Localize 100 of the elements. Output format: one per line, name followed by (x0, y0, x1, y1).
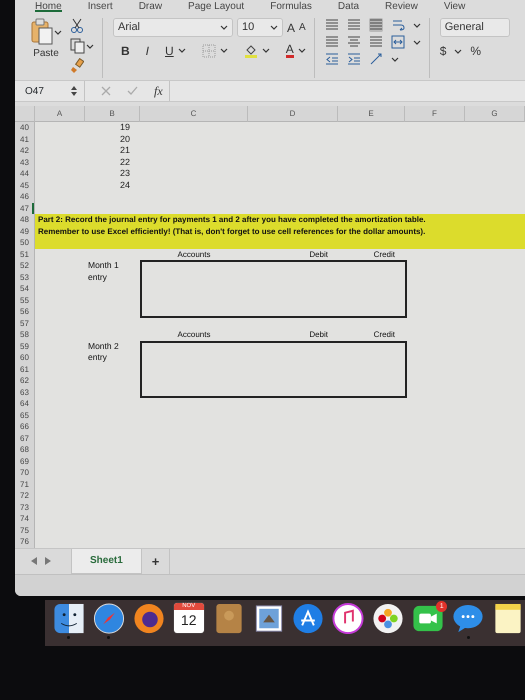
checkmark-icon[interactable] (127, 86, 138, 96)
row-number[interactable]: 60 (15, 352, 35, 364)
ribbon-tab[interactable]: View (444, 4, 466, 12)
scissors-icon[interactable] (70, 18, 84, 34)
column-header[interactable]: G (465, 106, 525, 122)
font-color-button[interactable]: A (286, 43, 294, 58)
bold-button[interactable]: B (121, 44, 130, 56)
app-store-icon[interactable] (292, 602, 324, 634)
align-center-icon[interactable] (346, 35, 361, 49)
row-number[interactable]: 50 (15, 237, 35, 248)
caret-icon[interactable] (454, 48, 462, 54)
merge-center-icon[interactable] (390, 35, 405, 49)
next-sheet-icon[interactable] (45, 557, 51, 565)
row-number[interactable]: 59 (15, 340, 35, 352)
orientation-icon[interactable] (368, 52, 383, 66)
column-header[interactable]: B (85, 106, 140, 122)
caret-icon[interactable] (390, 56, 399, 62)
fill-color-icon[interactable] (244, 44, 258, 58)
ribbon-tab[interactable]: Formulas (270, 4, 312, 12)
column-header[interactable]: C (140, 106, 248, 122)
row-number[interactable]: 48 (15, 214, 35, 226)
row-number[interactable]: 61 (15, 364, 35, 375)
caret-icon[interactable] (298, 47, 306, 54)
row-number[interactable]: 44 (15, 168, 35, 180)
row-number[interactable]: 63 (15, 386, 35, 398)
caret-icon[interactable] (262, 47, 270, 54)
stepper-icon[interactable] (70, 85, 78, 97)
copy-icon[interactable] (70, 38, 86, 54)
row-number[interactable]: 56 (15, 306, 35, 318)
row-number[interactable]: 70 (15, 467, 35, 478)
align-bottom-icon[interactable] (368, 18, 383, 32)
entry-box[interactable] (140, 340, 407, 398)
row-number[interactable]: 42 (15, 145, 35, 156)
align-left-icon[interactable] (324, 35, 339, 49)
align-top-icon[interactable] (324, 18, 339, 32)
number-format-dropdown[interactable]: General (440, 18, 510, 37)
caret-icon[interactable] (220, 47, 228, 54)
name-box[interactable]: O47 (15, 81, 85, 101)
sheet-tab[interactable]: Sheet1 (71, 548, 142, 574)
row-number[interactable]: 67 (15, 432, 35, 444)
wrap-text-icon[interactable] (390, 18, 405, 32)
music-note-icon[interactable] (332, 602, 364, 634)
decrease-indent-icon[interactable] (324, 52, 339, 66)
previous-sheet-icon[interactable] (31, 557, 37, 565)
row-number[interactable]: 71 (15, 478, 35, 490)
ribbon-tab[interactable]: Draw (138, 4, 162, 12)
caret-icon[interactable] (54, 28, 62, 36)
fox-globe-icon[interactable] (132, 602, 165, 634)
column-header[interactable]: A (35, 106, 85, 122)
shrink-font-button[interactable]: A (299, 22, 306, 32)
ribbon-tab[interactable]: Insert (88, 4, 113, 12)
row-number[interactable]: 40 (15, 122, 35, 134)
row-number[interactable]: 51 (15, 248, 35, 260)
ribbon-tab[interactable]: Data (338, 4, 360, 12)
row-number[interactable]: 41 (15, 134, 35, 145)
font-name-dropdown[interactable]: Arial (113, 18, 233, 37)
caret-icon[interactable] (412, 38, 421, 46)
ribbon-tab[interactable]: Review (385, 4, 418, 12)
row-number[interactable]: 47 (15, 202, 35, 214)
row-number[interactable]: 55 (15, 294, 35, 306)
smiley-face-icon[interactable] (52, 602, 85, 634)
row-number[interactable]: 76 (15, 536, 35, 548)
column-header[interactable]: E (338, 106, 405, 122)
caret-icon[interactable] (178, 47, 186, 54)
row-number[interactable]: 57 (15, 318, 35, 329)
currency-button[interactable]: $ (440, 45, 446, 57)
row-number[interactable]: 54 (15, 283, 35, 294)
row-number[interactable]: 73 (15, 502, 35, 513)
row-number[interactable]: 46 (15, 191, 35, 202)
row-number[interactable]: 68 (15, 444, 35, 456)
increase-indent-icon[interactable] (346, 52, 361, 66)
row-number[interactable]: 64 (15, 398, 35, 410)
paste-label[interactable]: Paste (33, 46, 59, 61)
row-number[interactable]: 66 (15, 421, 35, 432)
grow-font-button[interactable]: A (287, 22, 296, 34)
row-number[interactable]: 72 (15, 490, 35, 502)
row-number[interactable]: 62 (15, 375, 35, 386)
column-header[interactable]: F (405, 106, 465, 122)
flower-icon[interactable] (372, 602, 404, 634)
font-size-dropdown[interactable]: 10 (237, 18, 283, 37)
compass-icon[interactable] (92, 602, 125, 634)
row-number[interactable]: 45 (15, 180, 35, 191)
paste-icon[interactable] (30, 18, 54, 46)
row-number[interactable]: 75 (15, 524, 35, 536)
paintbrush-icon[interactable] (70, 58, 84, 74)
caret-icon[interactable] (412, 22, 421, 28)
row-number[interactable]: 43 (15, 156, 35, 168)
row-number[interactable]: 65 (15, 410, 35, 421)
ribbon-tab[interactable]: Page Layout (188, 4, 244, 12)
row-number[interactable]: 49 (15, 226, 35, 237)
insert-function-button[interactable]: fx (154, 85, 163, 97)
align-right-icon[interactable] (368, 35, 383, 49)
caret-icon[interactable] (86, 42, 94, 50)
row-number[interactable]: 53 (15, 272, 35, 283)
underline-button[interactable]: U (165, 44, 174, 56)
italic-button[interactable]: I (146, 44, 150, 56)
ribbon-tab[interactable]: Home (35, 4, 62, 12)
row-number[interactable]: 52 (15, 260, 35, 272)
entry-box[interactable] (140, 260, 407, 318)
column-header[interactable]: D (248, 106, 338, 122)
